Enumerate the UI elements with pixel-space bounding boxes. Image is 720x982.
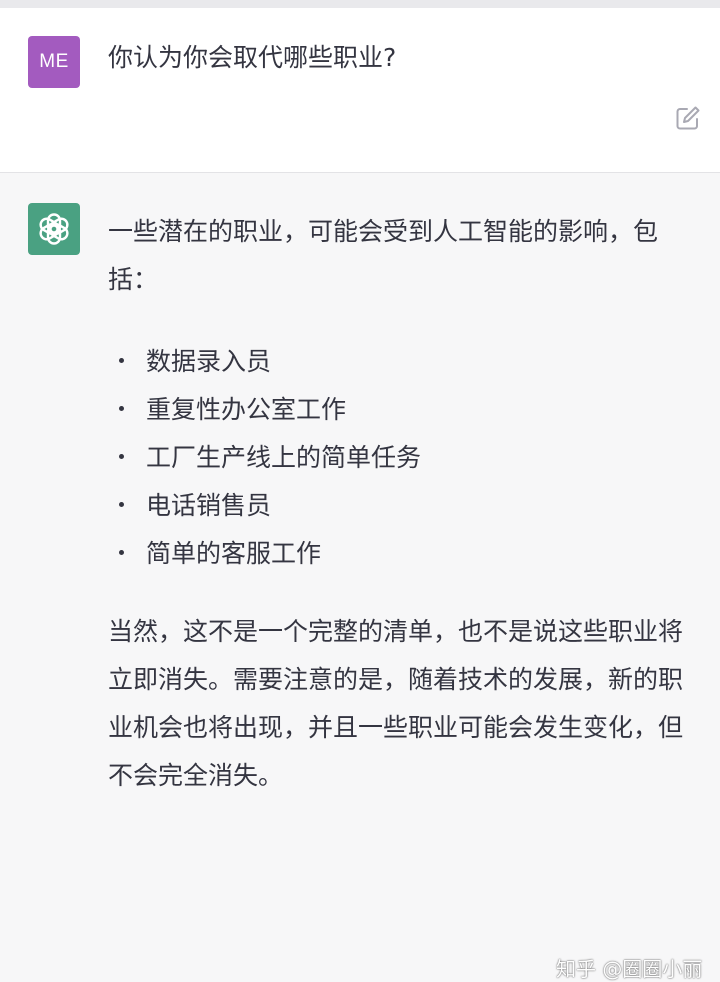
edit-icon[interactable]: [674, 104, 702, 132]
assistant-outro-text: 当然，这不是一个完整的清单，也不是说这些职业将立即消失。需要注意的是，随着技术的…: [108, 617, 684, 790]
bullet-icon: [119, 406, 124, 411]
list-item-text: 简单的客服工作: [146, 539, 322, 568]
job-bullet-list: 数据录入员 重复性办公室工作 工厂生产线上的简单任务 电话销售员 简单的客服工作: [108, 338, 698, 578]
bullet-icon: [119, 550, 124, 555]
user-avatar: ME: [28, 36, 80, 88]
list-item: 简单的客服工作: [108, 530, 698, 578]
assistant-avatar: [28, 203, 80, 255]
assistant-message-body: 一些潜在的职业，可能会受到人工智能的影响，包括： 数据录入员 重复性办公室工作 …: [108, 208, 698, 800]
watermark: 知乎 @圈圈小丽: [556, 957, 703, 981]
user-avatar-initials: ME: [39, 51, 69, 72]
openai-logo-icon: [39, 213, 69, 245]
assistant-message-row: 一些潜在的职业，可能会受到人工智能的影响，包括： 数据录入员 重复性办公室工作 …: [0, 173, 720, 981]
list-item: 数据录入员: [108, 338, 698, 386]
list-item-text: 电话销售员: [146, 491, 272, 520]
list-item-text: 重复性办公室工作: [146, 395, 347, 424]
bullet-icon: [119, 502, 124, 507]
list-item-text: 数据录入员: [146, 347, 272, 376]
bullet-icon: [119, 358, 124, 363]
top-divider: [0, 0, 720, 8]
list-item-text: 工厂生产线上的简单任务: [146, 443, 422, 472]
bullet-icon: [119, 454, 124, 459]
list-item: 电话销售员: [108, 482, 698, 530]
list-item: 工厂生产线上的简单任务: [108, 434, 698, 482]
user-message-text: 你认为你会取代哪些职业?: [108, 43, 397, 72]
user-message-row: ME 你认为你会取代哪些职业?: [0, 8, 720, 173]
assistant-intro-text: 一些潜在的职业，可能会受到人工智能的影响，包括：: [108, 217, 659, 294]
list-item: 重复性办公室工作: [108, 386, 698, 434]
